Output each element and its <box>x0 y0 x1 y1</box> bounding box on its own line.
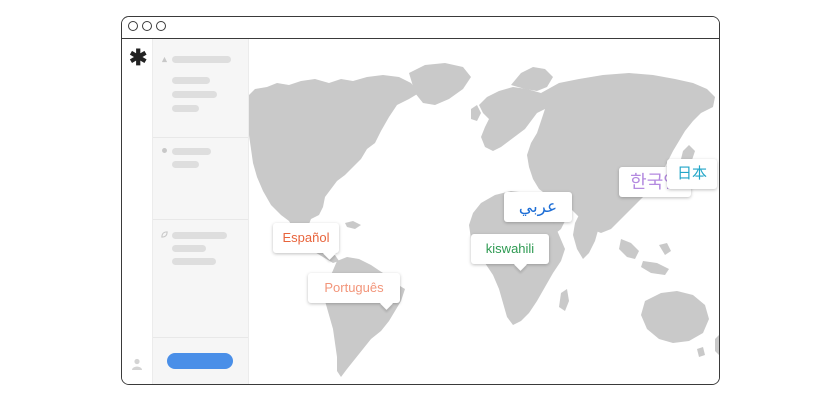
placeholder-line <box>172 148 211 155</box>
placeholder-line <box>172 91 217 98</box>
language-tag-label: عربي <box>518 197 558 216</box>
maximize-window-button[interactable] <box>156 21 166 31</box>
language-tag-label: kiswahili <box>485 241 535 256</box>
asterisk-logo-icon: ✱ <box>129 45 148 70</box>
icon-rail: ✱ <box>122 39 153 384</box>
sidebar-section-3[interactable] <box>153 219 248 338</box>
placeholder-line <box>172 258 216 265</box>
placeholder-line <box>172 77 210 84</box>
placeholder-line <box>172 232 227 239</box>
language-tag-swahili[interactable]: kiswahili <box>471 234 549 271</box>
world-map: Español Português عربي kiswahili 한국인 日本 <box>249 39 719 384</box>
world-map-landmass <box>249 63 719 377</box>
title-bar <box>122 17 719 39</box>
person-icon[interactable] <box>131 358 143 370</box>
language-tag-arabic[interactable]: عربي <box>504 192 572 222</box>
language-tag-portuguese[interactable]: Português <box>308 273 400 310</box>
language-tag-label: Português <box>324 280 384 295</box>
dot-icon <box>162 148 167 153</box>
minimize-window-button[interactable] <box>142 21 152 31</box>
world-map-land <box>249 63 719 377</box>
leaf-icon <box>161 231 168 238</box>
app-window: ✱ Español Português عربي kiswahili 한국인 日… <box>121 16 720 385</box>
sidebar-panel <box>153 39 249 384</box>
placeholder-line <box>172 56 231 63</box>
placeholder-line <box>172 161 199 168</box>
language-tag-japanese[interactable]: 日本 <box>667 159 717 189</box>
placeholder-line <box>172 105 199 112</box>
language-tag-spanish[interactable]: Español <box>273 223 339 260</box>
placeholder-line <box>172 245 206 252</box>
language-tag-label: Español <box>282 230 330 245</box>
sidebar-section-2[interactable] <box>153 137 248 220</box>
language-tag-label: 日本 <box>676 165 707 182</box>
close-window-button[interactable] <box>128 21 138 31</box>
sidebar-section-1[interactable] <box>153 39 248 138</box>
primary-button[interactable] <box>167 353 233 369</box>
triangle-icon <box>161 56 168 63</box>
